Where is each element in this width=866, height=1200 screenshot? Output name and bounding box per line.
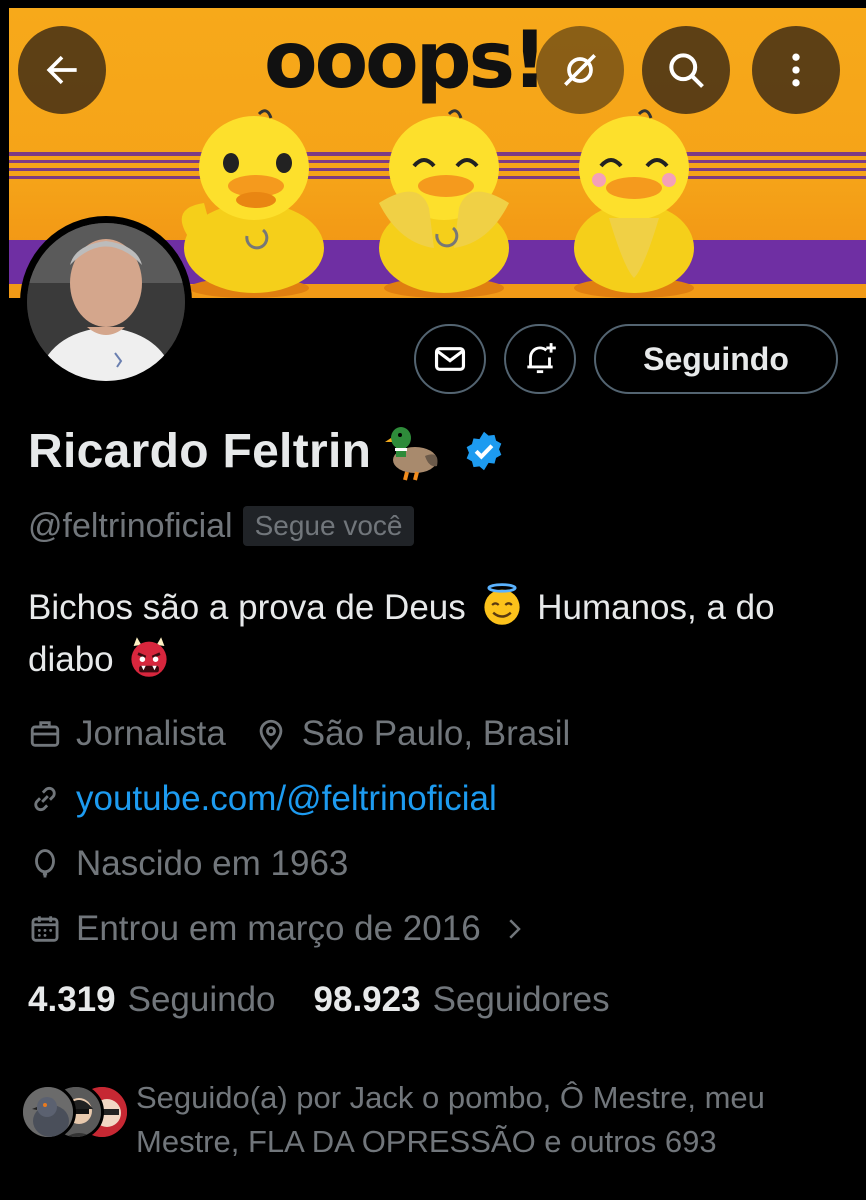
duck-illustration xyxy=(379,109,509,298)
bell-plus-icon xyxy=(527,343,556,374)
duck-emoji-icon xyxy=(385,427,438,481)
profile-location: São Paulo, Brasil xyxy=(301,714,571,753)
ogre-icon xyxy=(131,637,167,677)
briefcase-icon xyxy=(30,721,60,747)
followed-by-row[interactable]: Seguido(a) por Jack o pombo, Ô Mestre, m… xyxy=(20,1076,836,1164)
search-button[interactable] xyxy=(642,26,730,114)
chevron-right-icon xyxy=(509,919,521,939)
smiling-face-with-halo-icon xyxy=(483,583,520,625)
followers-count: 98.923 xyxy=(313,980,421,1019)
profile-avatar[interactable] xyxy=(20,216,192,388)
link-icon xyxy=(34,786,56,812)
mail-icon xyxy=(434,347,466,371)
search-icon xyxy=(669,53,704,88)
following-count-link[interactable]: 4.319 Seguindo xyxy=(28,980,276,1020)
following-button[interactable]: Seguindo xyxy=(594,324,838,394)
follows-you-badge: Segue você xyxy=(242,506,415,546)
profile-handle: @feltrinoficial xyxy=(28,506,233,545)
eye-off-icon xyxy=(564,54,596,86)
calendar-icon xyxy=(31,916,59,942)
joined-row[interactable]: Entrou em março de 2016 xyxy=(28,909,543,949)
message-button[interactable] xyxy=(414,324,486,394)
notifications-button[interactable] xyxy=(504,324,576,394)
more-options-button[interactable] xyxy=(752,26,840,114)
verified-badge-icon xyxy=(466,431,502,471)
following-label: Seguindo xyxy=(127,980,276,1019)
more-vertical-icon xyxy=(792,53,800,87)
following-button-label: Seguindo xyxy=(643,340,789,377)
profile-name: Ricardo Feltrin xyxy=(28,424,372,478)
profile-joined: Entrou em março de 2016 xyxy=(76,909,481,948)
avatar-photo xyxy=(27,223,185,381)
avatar xyxy=(20,1084,76,1140)
followed-by-text: Seguido(a) por Jack o pombo, Ô Mestre, m… xyxy=(136,1080,765,1159)
profile-bio: Bichos são a prova de Deus Humanos, a do… xyxy=(28,582,828,686)
duck-illustration xyxy=(574,109,694,298)
followers-count-link[interactable]: 98.923 Seguidores xyxy=(314,980,610,1020)
hide-banner-button[interactable] xyxy=(536,26,624,114)
location-pin-icon xyxy=(259,719,283,751)
back-arrow-icon xyxy=(46,55,77,85)
following-count: 4.319 xyxy=(28,980,116,1019)
profile-website-link[interactable]: youtube.com/@feltrinoficial xyxy=(76,779,497,819)
balloon-icon xyxy=(35,849,55,878)
profile-profession: Jornalista xyxy=(76,714,226,753)
profile-birth: Nascido em 1963 xyxy=(76,844,349,883)
back-button[interactable] xyxy=(18,26,106,114)
bio-text-1: Bichos são a prova de Deus xyxy=(28,588,466,627)
banner-word: ooops! xyxy=(264,16,548,106)
followers-label: Seguidores xyxy=(432,980,610,1019)
